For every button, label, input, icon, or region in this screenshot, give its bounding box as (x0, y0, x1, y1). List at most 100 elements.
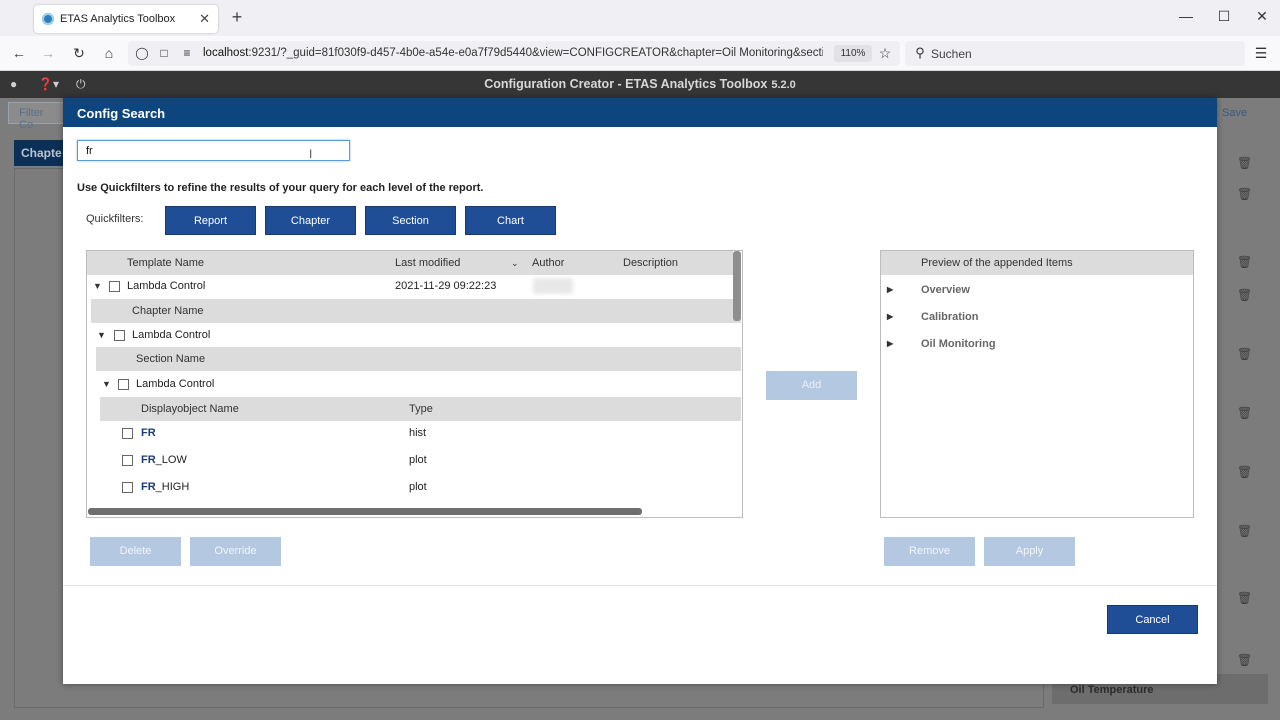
home-icon[interactable]: ⌂ (100, 44, 118, 62)
browser-tab[interactable]: ETAS Analytics Toolbox ✕ (34, 5, 218, 33)
template-row[interactable]: ▼ Lambda Control 2021-11-29 09:22:23 (87, 274, 733, 298)
permissions-icon[interactable]: ≡ (178, 44, 196, 62)
text-cursor-icon: I (309, 147, 313, 161)
quickfilter-hint: Use Quickfilters to refine the results o… (77, 182, 484, 194)
etas-favicon-icon (42, 13, 54, 25)
displayobject-type: plot (409, 454, 427, 466)
displayobject-row[interactable]: FR_HIGH plot (100, 475, 741, 499)
preview-panel: Preview of the appended Items ▶ Overview… (880, 250, 1194, 518)
author-redacted (533, 278, 573, 294)
cancel-button[interactable]: Cancel (1107, 605, 1198, 634)
minimize-icon[interactable]: — (1176, 8, 1196, 24)
zoom-level[interactable]: 110% (834, 45, 872, 62)
address-bar[interactable]: ◯ □ ≡ localhost:9231/?_guid=81f030f9-d45… (128, 41, 900, 66)
vertical-scrollbar[interactable] (733, 251, 741, 321)
preview-item[interactable]: ▶ Overview (881, 277, 1193, 304)
trash-icon[interactable]: 🗑 (1237, 347, 1252, 361)
trash-icon[interactable]: 🗑 (1237, 524, 1252, 538)
remove-button[interactable]: Remove (884, 537, 975, 566)
back-icon[interactable]: ← (10, 44, 28, 62)
sort-desc-icon[interactable]: ⌄ (511, 258, 519, 269)
displayobject-name: FR_LOW (141, 454, 187, 466)
trash-icon[interactable]: 🗑 (1237, 187, 1252, 201)
shield-icon[interactable]: ◯ (133, 44, 151, 62)
template-checkbox[interactable] (109, 280, 120, 292)
page-icon[interactable]: □ (155, 44, 173, 62)
preview-item-label: Oil Monitoring (921, 338, 996, 350)
new-tab-icon[interactable]: + (229, 7, 245, 28)
config-search-dialog: Config Search I Use Quickfilters to refi… (63, 98, 1217, 684)
chapter-row[interactable]: ▼ Lambda Control (91, 323, 741, 347)
preview-item-label: Overview (921, 284, 970, 296)
quickfilter-report-button[interactable]: Report (165, 206, 256, 235)
browser-search[interactable]: ⚲ Suchen (905, 41, 1245, 66)
section-row[interactable]: ▼ Lambda Control (96, 372, 741, 396)
template-name: Lambda Control (127, 280, 206, 292)
chapter-checkbox[interactable] (114, 329, 125, 341)
apply-button[interactable]: Apply (984, 537, 1075, 566)
add-button[interactable]: Add (766, 371, 857, 400)
description-header[interactable]: Description (623, 257, 678, 269)
trash-icon[interactable]: 🗑 (1237, 288, 1252, 302)
quickfilter-chapter-button[interactable]: Chapter (265, 206, 356, 235)
delete-button[interactable]: Delete (90, 537, 181, 566)
chapter-name-header: Chapter Name (132, 305, 204, 317)
expand-toggle-icon[interactable]: ▼ (102, 379, 112, 389)
displayobject-checkbox[interactable] (122, 427, 133, 439)
displayobject-checkbox[interactable] (122, 481, 133, 493)
preview-header: Preview of the appended Items (881, 251, 1193, 275)
dialog-title: Config Search (63, 98, 1217, 127)
section-name: Lambda Control (136, 378, 215, 390)
preview-item[interactable]: ▶ Calibration (881, 304, 1193, 331)
last-modified-header[interactable]: Last modified (395, 257, 460, 269)
reload-icon[interactable]: ↻ (70, 44, 88, 62)
displayobject-row[interactable]: FR_LOW plot (100, 448, 741, 472)
type-header: Type (409, 403, 433, 415)
displayobject-checkbox[interactable] (122, 454, 133, 466)
expand-right-icon[interactable]: ▶ (887, 339, 897, 348)
trash-icon[interactable]: 🗑 (1237, 156, 1252, 170)
menu-icon[interactable]: ☰ (1252, 44, 1270, 62)
expand-right-icon[interactable]: ▶ (887, 312, 897, 321)
chapter-header-row: Chapter Name (91, 299, 741, 323)
expand-toggle-icon[interactable]: ▼ (97, 330, 107, 340)
bookmark-star-icon[interactable]: ☆ (876, 44, 894, 62)
tab-close-icon[interactable]: ✕ (199, 11, 210, 27)
template-header-row: Template Name Last modified ⌄ Author Des… (87, 251, 733, 275)
displayobject-row[interactable]: FR hist (100, 421, 741, 445)
footer-divider (63, 585, 1217, 586)
filter-config-button[interactable]: Filter Co (8, 102, 68, 131)
chapter-tab[interactable]: Chapte (14, 140, 64, 166)
horizontal-scrollbar[interactable] (88, 508, 642, 515)
search-icon: ⚲ (915, 45, 925, 60)
forward-icon[interactable]: → (39, 44, 57, 62)
preview-item[interactable]: ▶ Oil Monitoring (881, 331, 1193, 358)
trash-icon[interactable]: 🗑 (1237, 653, 1252, 667)
maximize-icon[interactable]: ☐ (1214, 8, 1234, 25)
trash-icon[interactable]: 🗑 (1237, 406, 1252, 420)
expand-toggle-icon[interactable]: ▼ (93, 281, 103, 291)
author-header[interactable]: Author (532, 257, 564, 269)
section-checkbox[interactable] (118, 378, 129, 390)
app-header: ● ❓▾ ⏻ Configuration Creator - ETAS Anal… (0, 71, 1280, 98)
section-name-header: Section Name (136, 353, 206, 365)
quickfilter-chart-button[interactable]: Chart (465, 206, 556, 235)
save-button[interactable]: Save (1218, 102, 1278, 124)
override-button[interactable]: Override (190, 537, 281, 566)
trash-icon[interactable]: 🗑 (1237, 591, 1252, 605)
window-close-icon[interactable]: ✕ (1252, 8, 1272, 25)
chapter-name: Lambda Control (132, 329, 211, 341)
quickfilters-label: Quickfilters: (86, 213, 144, 225)
trash-icon[interactable]: 🗑 (1237, 255, 1252, 269)
trash-icon[interactable]: 🗑 (1237, 465, 1252, 479)
template-modified: 2021-11-29 09:22:23 (395, 280, 497, 292)
preview-item-label: Calibration (921, 311, 979, 323)
displayobject-name: FR_HIGH (141, 481, 190, 493)
displayobject-name-header: Displayobject Name (141, 403, 239, 415)
displayobject-name: FR (141, 427, 156, 439)
browser-nav-bar: ← → ↻ ⌂ ◯ □ ≡ localhost:9231/?_guid=81f0… (0, 36, 1280, 71)
url-text[interactable]: localhost:9231/?_guid=81f030f9-d457-4b0e… (203, 47, 823, 59)
quickfilter-section-button[interactable]: Section (365, 206, 456, 235)
expand-right-icon[interactable]: ▶ (887, 285, 897, 294)
template-name-header[interactable]: Template Name (127, 257, 204, 269)
